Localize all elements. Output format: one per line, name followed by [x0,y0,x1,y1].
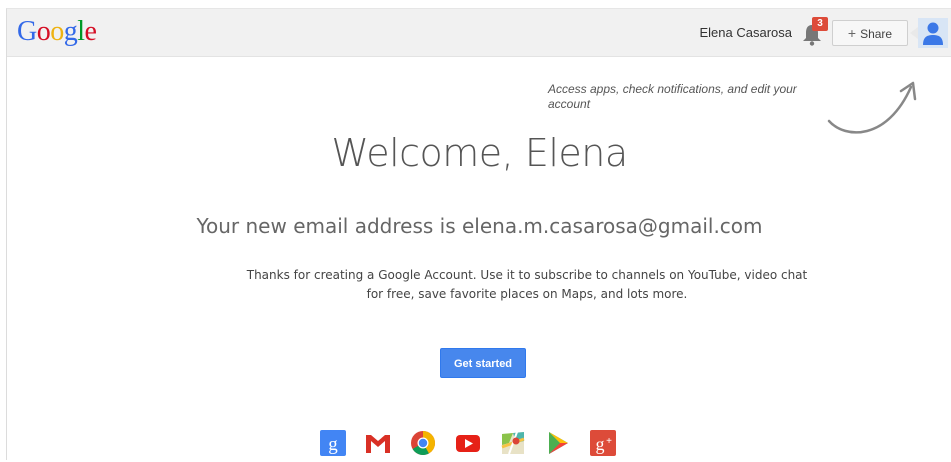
logo-letter: o [50,16,64,47]
svg-text:+: + [606,436,612,447]
logo-letter: G [17,16,37,47]
user-name-link[interactable]: Elena Casarosa [700,25,793,40]
share-button-label: Share [860,27,893,41]
thanks-paragraph: Thanks for creating a Google Account. Us… [246,268,808,301]
account-avatar-button[interactable] [910,17,950,49]
logo-letter: e [84,16,97,47]
maps-icon[interactable] [499,429,527,457]
notification-count-badge[interactable]: 3 [812,17,828,31]
logo-letter: o [36,16,51,47]
plus-icon: + [847,25,857,41]
google-search-icon[interactable]: g [319,429,347,457]
welcome-heading: Welcome, Elena [331,131,628,175]
youtube-icon[interactable] [454,429,482,457]
logo-letter: g [63,16,78,47]
google-plus-icon[interactable]: g + [589,429,617,457]
chrome-icon[interactable] [409,429,437,457]
avatar-icon [910,18,948,48]
logo-letter: l [77,16,85,47]
gmail-icon[interactable] [364,429,392,457]
svg-text:g: g [328,434,338,455]
top-bar: Google Elena Casarosa 3 + Share [7,9,951,57]
play-store-icon[interactable] [544,429,572,457]
svg-text:g: g [596,434,605,454]
page-frame: Google Elena Casarosa 3 + Share Access ap… [6,8,951,460]
account-hint-text: Access apps, check notifications, and ed… [548,82,797,111]
google-apps-row: g g + [319,429,649,459]
new-email-address-text: Your new email address is elena.m.casaro… [196,214,763,238]
get-started-button[interactable]: Get started [440,348,526,378]
google-logo[interactable]: Google [17,16,97,47]
share-button[interactable]: + Share [832,20,908,46]
